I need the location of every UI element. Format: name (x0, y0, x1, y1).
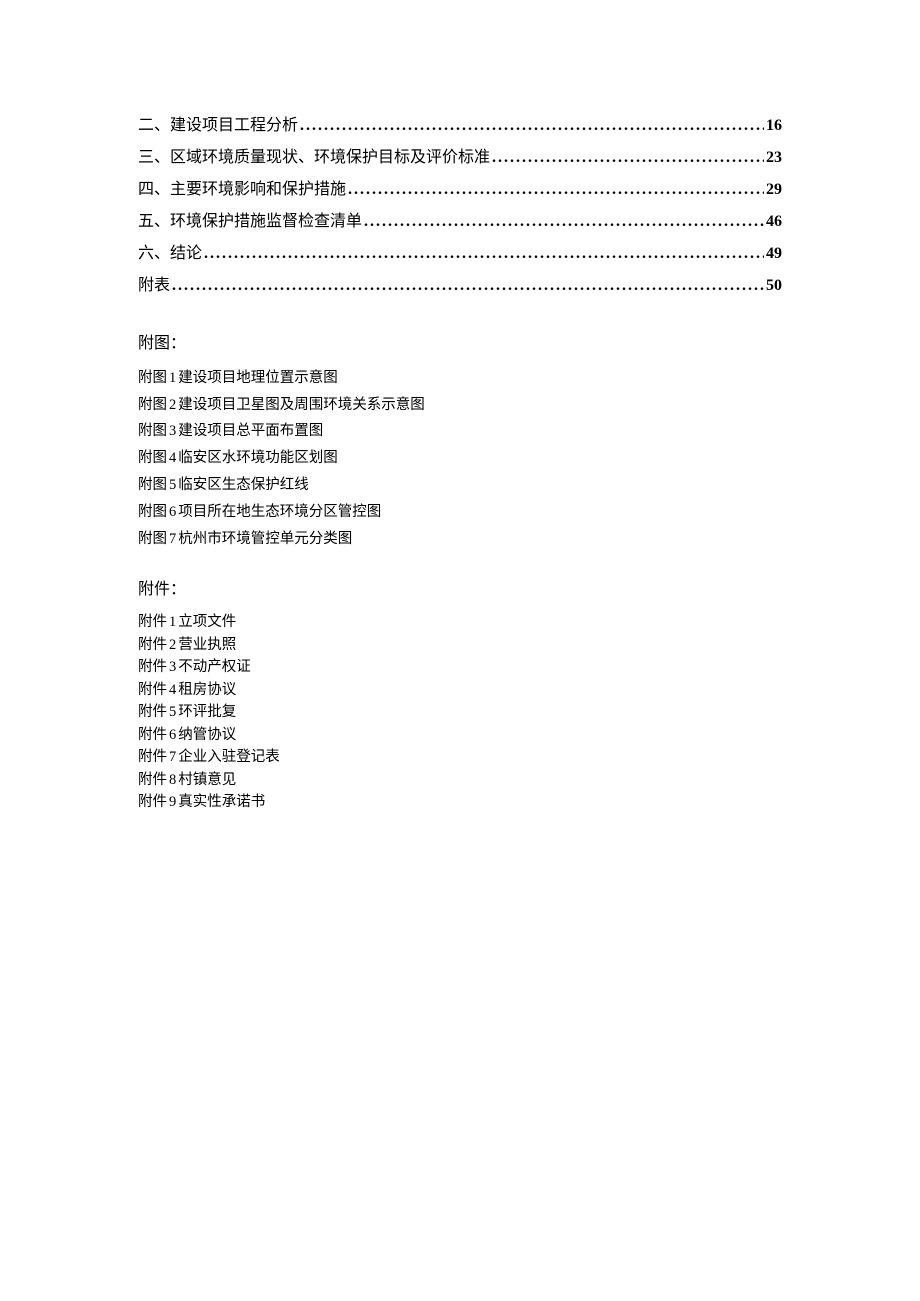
futu-heading: 附图： (138, 330, 782, 359)
list-prefix: 附图 (138, 504, 167, 520)
list-item: 附件3不动产权证 (138, 656, 782, 678)
list-number: 3 (169, 423, 176, 439)
futu-list: 附图1建设项目地理位置示意图附图2建设项目卫星图及周围环境关系示意图附图3建设项… (138, 365, 782, 553)
list-prefix: 附件 (138, 749, 167, 765)
list-prefix: 附件 (138, 794, 167, 810)
list-number: 7 (169, 749, 176, 765)
toc-leader-dots (172, 270, 764, 302)
toc-entry: 五、环境保护措施监督检查清单 46 (138, 206, 782, 238)
list-text: 不动产权证 (178, 659, 251, 675)
toc-leader-dots (492, 142, 764, 174)
list-number: 5 (169, 704, 176, 720)
list-number: 4 (169, 682, 176, 698)
list-prefix: 附图 (138, 397, 167, 413)
toc-title: 附表 (138, 270, 170, 302)
list-prefix: 附件 (138, 727, 167, 743)
toc-page-number: 50 (766, 270, 782, 302)
toc-entry: 二、建设项目工程分析 16 (138, 110, 782, 142)
list-item: 附图1建设项目地理位置示意图 (138, 365, 782, 392)
list-text: 真实性承诺书 (178, 794, 265, 810)
list-item: 附件5环评批复 (138, 701, 782, 723)
toc-title: 四、主要环境影响和保护措施 (138, 174, 346, 206)
list-number: 7 (169, 531, 176, 547)
toc-leader-dots (348, 174, 764, 206)
toc-title: 三、区域环境质量现状、环境保护目标及评价标准 (138, 142, 490, 174)
list-item: 附图4临安区水环境功能区划图 (138, 445, 782, 472)
list-prefix: 附图 (138, 450, 167, 466)
toc-title: 六、结论 (138, 238, 202, 270)
toc-leader-dots (300, 110, 764, 142)
toc-page-number: 16 (766, 110, 782, 142)
list-number: 4 (169, 450, 176, 466)
fujian-list: 附件1立项文件附件2营业执照附件3不动产权证附件4租房协议附件5环评批复附件6纳… (138, 611, 782, 813)
list-number: 3 (169, 659, 176, 675)
list-item: 附件9真实性承诺书 (138, 791, 782, 813)
toc-leader-dots (364, 206, 764, 238)
list-item: 附图6项目所在地生态环境分区管控图 (138, 499, 782, 526)
list-prefix: 附件 (138, 614, 167, 630)
list-prefix: 附件 (138, 704, 167, 720)
list-prefix: 附件 (138, 637, 167, 653)
toc-page-number: 23 (766, 142, 782, 174)
list-number: 8 (169, 772, 176, 788)
list-text: 立项文件 (178, 614, 236, 630)
list-number: 2 (169, 637, 176, 653)
list-item: 附图3建设项目总平面布置图 (138, 418, 782, 445)
list-text: 租房协议 (178, 682, 236, 698)
list-number: 9 (169, 794, 176, 810)
toc-entry: 六、结论 49 (138, 238, 782, 270)
toc-title: 二、建设项目工程分析 (138, 110, 298, 142)
list-item: 附图5临安区生态保护红线 (138, 472, 782, 499)
toc-page-number: 29 (766, 174, 782, 206)
list-item: 附图7杭州市环境管控单元分类图 (138, 526, 782, 553)
list-prefix: 附图 (138, 370, 167, 386)
list-prefix: 附件 (138, 682, 167, 698)
list-text: 村镇意见 (178, 772, 236, 788)
list-text: 环评批复 (178, 704, 236, 720)
list-prefix: 附图 (138, 477, 167, 493)
toc-page-number: 46 (766, 206, 782, 238)
list-text: 建设项目地理位置示意图 (178, 370, 338, 386)
toc-title: 五、环境保护措施监督检查清单 (138, 206, 362, 238)
list-prefix: 附件 (138, 659, 167, 675)
toc-leader-dots (204, 238, 764, 270)
list-text: 临安区生态保护红线 (178, 477, 309, 493)
list-number: 1 (169, 370, 176, 386)
list-item: 附件7企业入驻登记表 (138, 746, 782, 768)
list-text: 项目所在地生态环境分区管控图 (178, 504, 381, 520)
list-number: 6 (169, 727, 176, 743)
list-prefix: 附图 (138, 423, 167, 439)
toc-entry: 附表 50 (138, 270, 782, 302)
list-number: 2 (169, 397, 176, 413)
table-of-contents: 二、建设项目工程分析16三、区域环境质量现状、环境保护目标及评价标准23四、主要… (138, 110, 782, 302)
list-prefix: 附图 (138, 531, 167, 547)
list-item: 附件8村镇意见 (138, 769, 782, 791)
list-text: 建设项目卫星图及周围环境关系示意图 (178, 397, 425, 413)
list-text: 纳管协议 (178, 727, 236, 743)
list-number: 1 (169, 614, 176, 630)
list-number: 6 (169, 504, 176, 520)
list-text: 企业入驻登记表 (178, 749, 280, 765)
list-item: 附件2营业执照 (138, 634, 782, 656)
list-item: 附件4租房协议 (138, 679, 782, 701)
toc-page-number: 49 (766, 238, 782, 270)
list-text: 临安区水环境功能区划图 (178, 450, 338, 466)
list-item: 附图2建设项目卫星图及周围环境关系示意图 (138, 392, 782, 419)
toc-entry: 三、区域环境质量现状、环境保护目标及评价标准 23 (138, 142, 782, 174)
list-item: 附件1立项文件 (138, 611, 782, 633)
list-text: 建设项目总平面布置图 (178, 423, 323, 439)
list-number: 5 (169, 477, 176, 493)
list-item: 附件6纳管协议 (138, 724, 782, 746)
list-text: 杭州市环境管控单元分类图 (178, 531, 352, 547)
list-text: 营业执照 (178, 637, 236, 653)
fujian-heading: 附件： (138, 576, 782, 605)
toc-entry: 四、主要环境影响和保护措施 29 (138, 174, 782, 206)
list-prefix: 附件 (138, 772, 167, 788)
